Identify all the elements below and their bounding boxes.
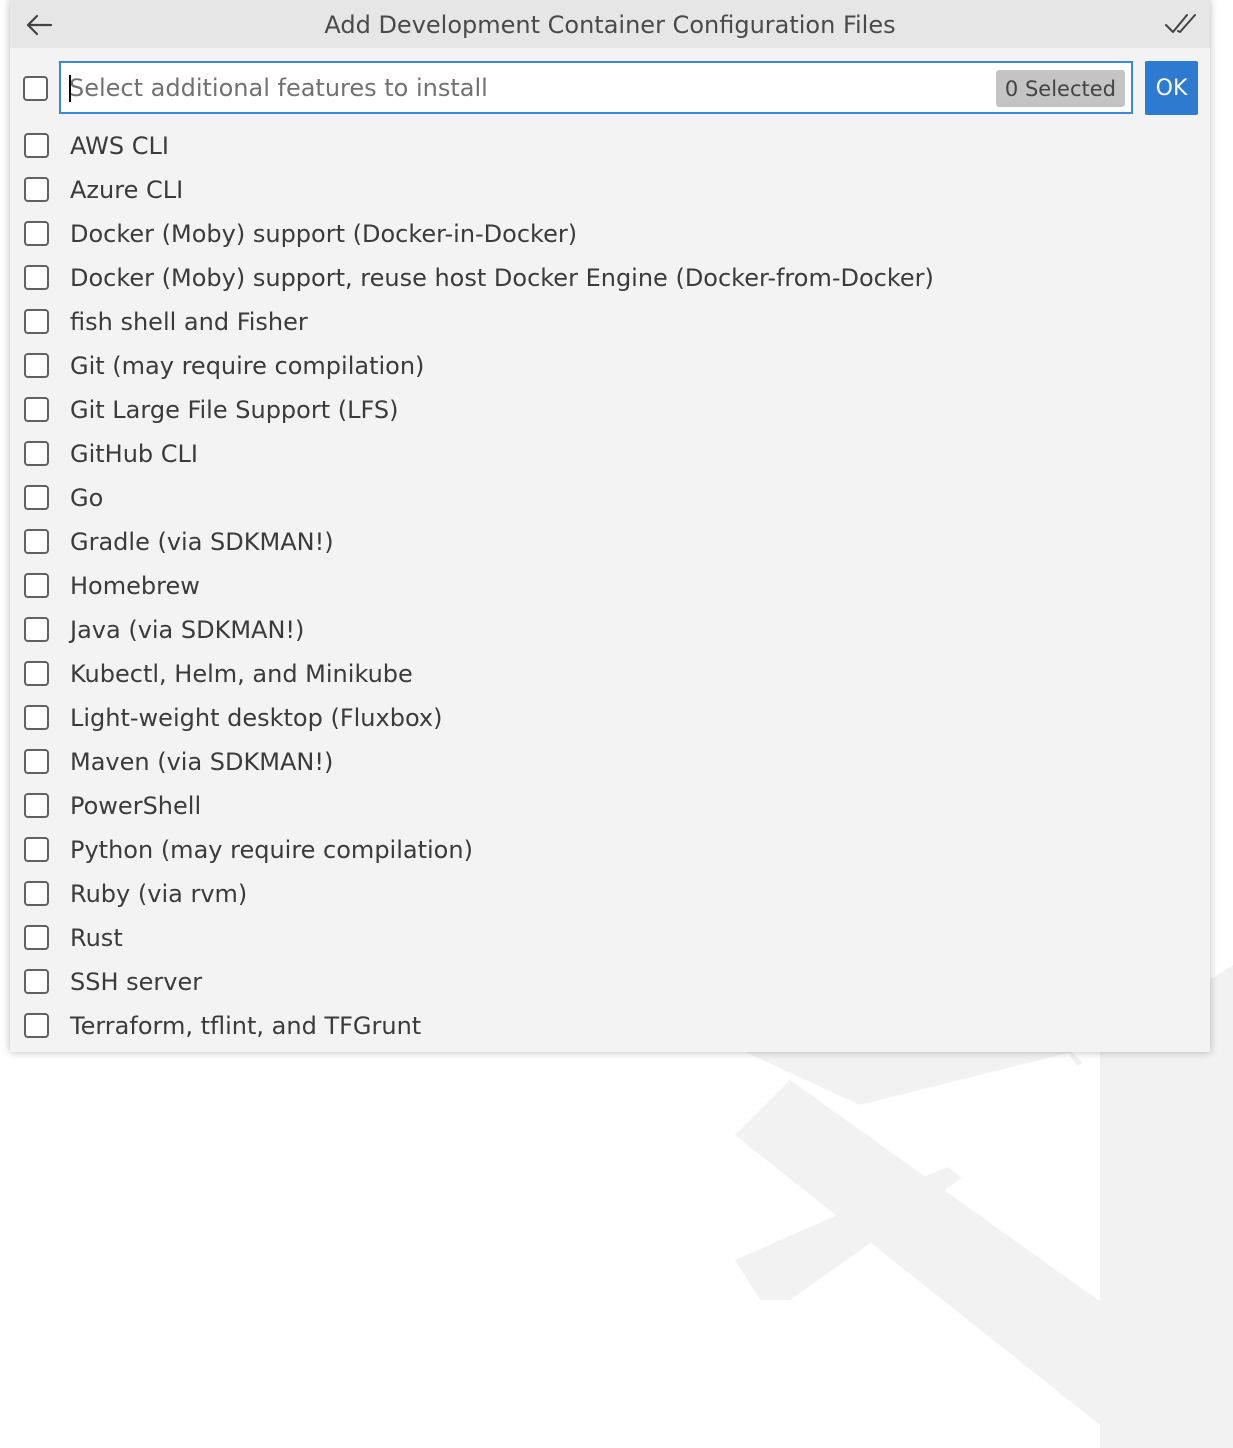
feature-label: Go — [70, 484, 104, 512]
feature-list-item[interactable]: PowerShell — [10, 784, 1210, 828]
feature-checkbox[interactable] — [24, 1013, 49, 1038]
select-all-checkbox-wrap — [23, 76, 48, 101]
feature-label: fish shell and Fisher — [70, 308, 308, 336]
feature-checkbox[interactable] — [24, 573, 49, 598]
feature-label: Git (may require compilation) — [70, 352, 425, 380]
feature-list-item[interactable]: SSH server — [10, 960, 1210, 1004]
feature-label: AWS CLI — [70, 132, 169, 160]
feature-label: Azure CLI — [70, 176, 184, 204]
feature-checkbox[interactable] — [24, 485, 49, 510]
feature-list-item[interactable]: Docker (Moby) support (Docker-in-Docker) — [10, 212, 1210, 256]
feature-label: Ruby (via rvm) — [70, 880, 248, 908]
feature-checkbox[interactable] — [24, 969, 49, 994]
feature-label: Kubectl, Helm, and Minikube — [70, 660, 413, 688]
quick-pick-title-bar: Add Development Container Configuration … — [10, 0, 1210, 48]
check-all-icon — [1165, 14, 1196, 33]
feature-list-item[interactable]: Go — [10, 476, 1210, 520]
feature-label: Java (via SDKMAN!) — [70, 616, 305, 644]
feature-checkbox[interactable] — [24, 133, 49, 158]
feature-list-item[interactable]: Git (may require compilation) — [10, 344, 1210, 388]
feature-list-item[interactable]: Homebrew — [10, 564, 1210, 608]
feature-list-item[interactable]: Rust — [10, 916, 1210, 960]
feature-checkbox[interactable] — [24, 749, 49, 774]
feature-list-item[interactable]: Maven (via SDKMAN!) — [10, 740, 1210, 784]
feature-label: Rust — [70, 924, 123, 952]
feature-list-item[interactable]: Docker (Moby) support, reuse host Docker… — [10, 256, 1210, 300]
feature-label: Homebrew — [70, 572, 200, 600]
feature-label: PowerShell — [70, 792, 202, 820]
feature-list-item[interactable]: GitHub CLI — [10, 432, 1210, 476]
feature-checkbox[interactable] — [24, 925, 49, 950]
feature-list-item[interactable]: Ruby (via rvm) — [10, 872, 1210, 916]
feature-list-item[interactable]: Terraform, tflint, and TFGrunt — [10, 1004, 1210, 1048]
feature-label: Maven (via SDKMAN!) — [70, 748, 334, 776]
feature-checkbox[interactable] — [24, 397, 49, 422]
ok-button[interactable]: OK — [1145, 61, 1198, 115]
text-caret — [69, 75, 71, 102]
feature-label: Docker (Moby) support, reuse host Docker… — [70, 264, 934, 292]
feature-checkbox[interactable] — [24, 265, 49, 290]
filter-box: 0 Selected — [59, 61, 1133, 114]
feature-list-item[interactable]: Git Large File Support (LFS) — [10, 388, 1210, 432]
quick-pick-panel: Add Development Container Configuration … — [10, 0, 1210, 1052]
feature-label: Git Large File Support (LFS) — [70, 396, 399, 424]
feature-list-item[interactable]: AWS CLI — [10, 124, 1210, 168]
selected-count-badge: 0 Selected — [995, 70, 1125, 107]
feature-label: Python (may require compilation) — [70, 836, 473, 864]
feature-checkbox[interactable] — [24, 617, 49, 642]
feature-checkbox[interactable] — [24, 705, 49, 730]
feature-checkbox[interactable] — [24, 353, 49, 378]
select-all-checkbox[interactable] — [23, 76, 48, 101]
feature-list-item[interactable]: Python (may require compilation) — [10, 828, 1210, 872]
feature-checkbox[interactable] — [24, 441, 49, 466]
feature-label: Docker (Moby) support (Docker-in-Docker) — [70, 220, 578, 248]
feature-list: AWS CLI Azure CLI Docker (Moby) support … — [10, 124, 1210, 1048]
feature-label: Light-weight desktop (Fluxbox) — [70, 704, 443, 732]
feature-checkbox[interactable] — [24, 793, 49, 818]
feature-label: Terraform, tflint, and TFGrunt — [70, 1012, 422, 1040]
feature-list-item[interactable]: Kubectl, Helm, and Minikube — [10, 652, 1210, 696]
feature-checkbox[interactable] — [24, 661, 49, 686]
back-button[interactable] — [24, 10, 54, 40]
feature-list-item[interactable]: fish shell and Fisher — [10, 300, 1210, 344]
feature-label: Gradle (via SDKMAN!) — [70, 528, 334, 556]
feature-list-item[interactable]: Light-weight desktop (Fluxbox) — [10, 696, 1210, 740]
feature-list-item[interactable]: Gradle (via SDKMAN!) — [10, 520, 1210, 564]
feature-checkbox[interactable] — [24, 837, 49, 862]
feature-checkbox[interactable] — [24, 177, 49, 202]
quick-pick-title: Add Development Container Configuration … — [324, 11, 896, 39]
feature-checkbox[interactable] — [24, 309, 49, 334]
feature-checkbox[interactable] — [24, 221, 49, 246]
toggle-all-button[interactable] — [1164, 10, 1198, 40]
feature-checkbox[interactable] — [24, 529, 49, 554]
feature-label: SSH server — [70, 968, 203, 996]
feature-list-item[interactable]: Java (via SDKMAN!) — [10, 608, 1210, 652]
feature-label: GitHub CLI — [70, 440, 199, 468]
feature-checkbox[interactable] — [24, 881, 49, 906]
feature-list-item[interactable]: Azure CLI — [10, 168, 1210, 212]
arrow-left-icon — [26, 14, 53, 36]
filter-input[interactable] — [61, 63, 999, 112]
